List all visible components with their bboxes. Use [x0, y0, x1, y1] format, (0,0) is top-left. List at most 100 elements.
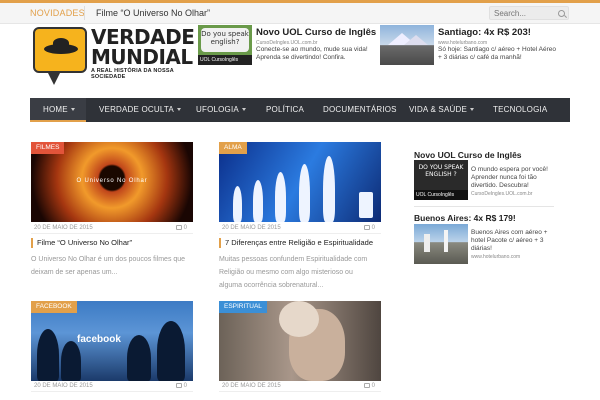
sidebar-ad-text-line2: hotel Pacote c/ aéreo + 3 — [471, 237, 544, 244]
category-tag[interactable]: ALMA — [219, 142, 247, 154]
evolution-figure — [253, 180, 263, 222]
header-ad-english-course[interactable]: Do you speak english? UOL CursoInglês No… — [198, 25, 376, 67]
comment-icon — [363, 225, 370, 230]
sidebar-ad-text-line1: Buenos Aires com aéreo + — [471, 229, 548, 236]
sidebar-ad-text-line3: divertido. Descubra! — [471, 182, 529, 189]
sidebar-ad-image[interactable] — [414, 224, 468, 264]
evolution-figure — [275, 172, 286, 222]
sidebar-ad-text-line2: Aprender nunca foi tão — [471, 174, 537, 181]
hand-shape — [279, 301, 319, 337]
top-bar: NOVIDADES Filme “O Universo No Olhar” — [0, 0, 600, 24]
nav-item-politica[interactable]: POLÍTICA — [266, 98, 304, 122]
news-label: NOVIDADES — [30, 8, 85, 18]
comment-count[interactable]: 0 — [363, 383, 375, 389]
ad-image — [380, 25, 434, 65]
nav-item-vida-saude[interactable]: VIDA & SAÚDE — [409, 98, 474, 122]
nav-item-tecnologia[interactable]: TECNOLOGIA — [493, 98, 547, 122]
nav-label: TECNOLOGIA — [493, 105, 548, 114]
caret-down-icon — [176, 108, 181, 112]
nav-item-verdade-oculta[interactable]: VERDADE OCULTA — [99, 98, 181, 122]
nav-label: UFOLOGIA — [196, 105, 239, 114]
caret-down-icon — [70, 108, 75, 112]
comment-icon — [175, 225, 182, 230]
ad-image-text: Do you speak english? — [201, 28, 249, 52]
category-tag[interactable]: FILMES — [31, 142, 65, 154]
logo-speech-bubble — [33, 27, 87, 73]
ad-text-line2: Aprenda se divertindo! Confira. — [256, 54, 346, 61]
post-date: 20 DE MAIO DE 2015 — [34, 225, 93, 231]
sidebar-ad-url: www.hotelurbano.com — [471, 254, 521, 260]
comment-count[interactable]: 0 — [175, 225, 187, 231]
post-excerpt-line3: alguma ocorrência sobrenatural... — [219, 282, 324, 289]
logo-bubble-tail — [47, 71, 61, 85]
thumbnail-caption: O Universo No Olhar — [76, 178, 148, 184]
sidebar-ad-text-line1: O mundo espera por você! — [471, 166, 548, 173]
nav-label: HOME — [43, 105, 68, 114]
nav-label: VERDADE OCULTA — [99, 105, 174, 114]
ad-image-brand: UOL CursoInglês — [198, 55, 252, 65]
post-meta: 20 DE MAIO DE 2015 0 — [31, 382, 193, 392]
logo-text-line2: MUNDIAL — [91, 45, 193, 69]
ad-text-line1: Conecte-se ao mundo, mude sua vida! — [256, 46, 368, 53]
comment-count[interactable]: 0 — [363, 225, 375, 231]
sidebar-divider — [414, 206, 554, 207]
comment-icon — [175, 383, 182, 388]
post-date: 20 DE MAIO DE 2015 — [222, 225, 281, 231]
ufo-icon — [44, 44, 78, 54]
sidebar-ad-title[interactable]: Buenos Aires: 4x R$ 179! — [414, 213, 516, 223]
site-logo[interactable]: VERDADE MUNDIAL A REAL HISTÓRIA DA NOSSA… — [33, 26, 195, 93]
post-thumbnail[interactable]: facebook FACEBOOK — [31, 301, 193, 381]
ad-image: Do you speak english? UOL CursoInglês — [198, 25, 252, 65]
ad-image-brand: UOL CursoInglês — [414, 190, 468, 200]
mountain-shape — [404, 35, 428, 45]
ticker-divider — [84, 6, 85, 20]
caret-down-icon — [469, 108, 474, 112]
category-tag[interactable]: FACEBOOK — [31, 301, 77, 313]
comment-count-value: 0 — [371, 225, 375, 231]
post-date: 20 DE MAIO DE 2015 — [222, 383, 281, 389]
person-silhouette — [127, 335, 151, 381]
post-thumbnail[interactable]: ALMA — [219, 142, 381, 222]
search-icon[interactable] — [558, 10, 565, 17]
evolution-figure — [233, 186, 242, 222]
post-title[interactable]: 7 Diferenças entre Religião e Espiritual… — [219, 238, 373, 248]
post-meta: 20 DE MAIO DE 2015 0 — [219, 382, 381, 392]
logo-tagline: A REAL HISTÓRIA DA NOSSA SOCIEDADE — [91, 68, 174, 80]
post-meta: 20 DE MAIO DE 2015 0 — [219, 224, 381, 234]
post-excerpt-line2: deixam de ser apenas um... — [31, 269, 118, 276]
ad-text-line2: + 3 diárias c/ café da manhã! — [438, 54, 522, 61]
sidebar-ad-url: CursoDeIngles.UOL.com.br — [471, 191, 533, 197]
ad-image-text: DO YOU SPEAK ENGLISH ? — [418, 164, 464, 178]
comment-count[interactable]: 0 — [175, 383, 187, 389]
sidebar-ad-text-line3: diárias! — [471, 245, 492, 252]
post-excerpt-line1: Muitas pessoas confundem Espiritualidade… — [219, 256, 368, 263]
sidebar-ad-title[interactable]: Novo UOL Curso de Inglês — [414, 150, 522, 160]
sidebar-ad-image[interactable]: DO YOU SPEAK ENGLISH ? UOL CursoInglês — [414, 160, 468, 200]
post-title[interactable]: Filme “O Universo No Olhar” — [31, 238, 132, 248]
obelisk-shape — [444, 230, 448, 252]
nav-label: DOCUMENTÁRIOS — [323, 105, 397, 114]
post-thumbnail[interactable]: ESPIRITUAL — [219, 301, 381, 381]
main-navigation: HOME VERDADE OCULTA UFOLOGIA POLÍTICA DO… — [30, 98, 570, 122]
comment-count-value: 0 — [183, 225, 187, 231]
post-meta: 20 DE MAIO DE 2015 0 — [31, 224, 193, 234]
evolution-figure — [323, 156, 335, 222]
person-silhouette — [157, 321, 185, 381]
building-shape — [424, 234, 430, 252]
nav-item-ufologia[interactable]: UFOLOGIA — [196, 98, 246, 122]
news-ticker-link[interactable]: Filme “O Universo No Olhar” — [96, 8, 210, 18]
comment-count-value: 0 — [371, 383, 375, 389]
facebook-logo-text: facebook — [77, 334, 121, 345]
nav-label: VIDA & SAÚDE — [409, 105, 467, 114]
search-input[interactable] — [489, 6, 569, 20]
header-ad-santiago[interactable]: Santiago: 4x R$ 203! www.hotelurbano.com… — [380, 25, 570, 67]
ad-title[interactable]: Novo UOL Curso de Inglês — [256, 27, 376, 38]
category-tag[interactable]: ESPIRITUAL — [219, 301, 267, 313]
trash-bin-icon — [359, 192, 373, 218]
post-thumbnail[interactable]: O Universo No Olhar FILMES — [31, 142, 193, 222]
post-excerpt-line2: Religião ou mesmo com algo misterioso ou — [219, 269, 353, 276]
comment-icon — [363, 383, 370, 388]
ad-title[interactable]: Santiago: 4x R$ 203! — [438, 27, 531, 38]
nav-item-home[interactable]: HOME — [43, 98, 75, 122]
nav-item-documentarios[interactable]: DOCUMENTÁRIOS — [323, 98, 397, 122]
